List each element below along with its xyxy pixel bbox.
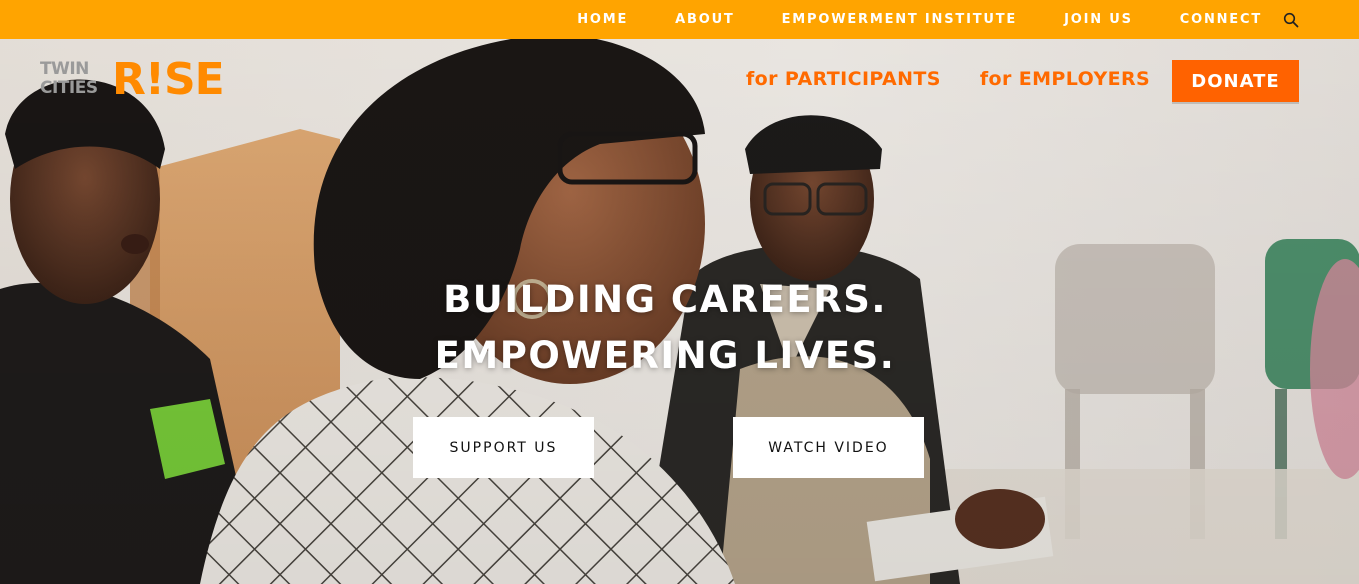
nav-for-employers[interactable]: for EMPLOYERS: [980, 68, 1150, 90]
top-nav-about[interactable]: ABOUT: [675, 12, 734, 27]
nav-for-participants[interactable]: for PARTICIPANTS: [746, 68, 941, 90]
logo-twin-text: TWIN: [40, 59, 89, 79]
donate-button[interactable]: DONATE: [1172, 60, 1299, 102]
hero-headline-line2: EMPOWERING LIVES.: [434, 334, 896, 377]
top-nav: HOME ABOUT EMPOWERMENT INSTITUTE JOIN US…: [577, 0, 1262, 39]
top-nav-connect[interactable]: CONNECT: [1180, 12, 1262, 27]
top-nav-join-us[interactable]: JOIN US: [1064, 12, 1133, 27]
support-us-button[interactable]: SUPPORT US: [413, 417, 594, 478]
top-nav-empowerment-institute[interactable]: EMPOWERMENT INSTITUTE: [782, 12, 1017, 27]
twin-cities-rise-logo[interactable]: TWIN CITIES R!SE: [39, 54, 229, 105]
logo-cities-text: CITIES: [40, 78, 98, 98]
main-nav: for PARTICIPANTS for EMPLOYERS: [746, 68, 1189, 90]
logo-rise-text: R!SE: [112, 54, 225, 105]
top-nav-home[interactable]: HOME: [577, 12, 628, 27]
search-icon[interactable]: [1283, 12, 1299, 28]
top-utility-bar: HOME ABOUT EMPOWERMENT INSTITUTE JOIN US…: [0, 0, 1359, 39]
hero-headline-line1: BUILDING CAREERS.: [443, 278, 887, 321]
watch-video-button[interactable]: WATCH VIDEO: [733, 417, 924, 478]
